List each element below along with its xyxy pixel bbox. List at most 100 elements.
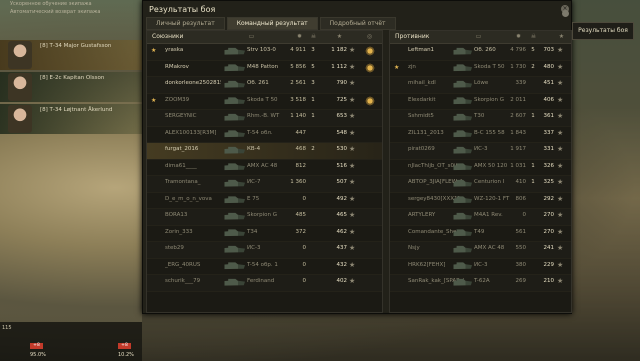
crew-item[interactable]: [8] Т-34 Løjtnant Åkerlund (0, 104, 142, 134)
damage-value: 4 796 (510, 47, 526, 53)
player-row[interactable]: schurik___79 Ferdinand 0 402 ★ (147, 275, 382, 292)
player-row[interactable]: _ERG_40RUS T-54 обр. 1 0 432 ★ (147, 259, 382, 275)
crew-item[interactable]: [8] Т-34 Major Gustafsson (0, 40, 142, 70)
tab-detailed-report[interactable]: Подробный отчёт (319, 17, 396, 30)
player-row[interactable]: ARTYLERY M4A1 Rev. 0 270 ★ (390, 209, 571, 226)
tab-personal-result[interactable]: Личный результат (146, 17, 225, 30)
player-row[interactable]: Tramontana_ ИС-7 1 360 507 ★ (147, 176, 382, 193)
allies-title: Союзники (152, 33, 184, 40)
damage-column-icon[interactable]: ✹ (295, 33, 304, 40)
player-row[interactable]: Leftman1 Об. 260 4 796 5 703 ★ (390, 44, 571, 61)
tank-icon (221, 278, 245, 286)
player-row[interactable]: Sshmidt5 T30 2 607 1 361 ★ (390, 110, 571, 127)
player-row[interactable]: ABTOP_3JIA[FLEW_] Centurion I 410 1 325 ★ (390, 176, 571, 193)
minimap[interactable]: 115 +8 95.0% +8 10.2% (0, 322, 142, 361)
tank-name: E 75 (247, 195, 260, 202)
player-row[interactable]: RMakrov M48 Patton 5 856 5 1 112 ★ (147, 61, 382, 77)
star-icon: ★ (349, 161, 356, 170)
platoon-icon (394, 278, 404, 286)
medal-icon[interactable] (365, 95, 375, 106)
xp-value: 437 (336, 245, 348, 251)
player-row[interactable]: mihail_kdl Löwe 339 451 ★ (390, 77, 571, 94)
xp-value: 548 (336, 129, 348, 136)
xp-column-icon[interactable]: ★ (557, 33, 566, 40)
tank-icon (221, 179, 245, 187)
tank-name: Škoda T 50 (474, 63, 505, 70)
platoon-icon (394, 196, 404, 204)
star-icon: ★ (557, 112, 564, 120)
percent-label: 10.2% (118, 352, 134, 358)
platoon-icon (151, 278, 161, 286)
tank-name: ИС-3 (474, 146, 488, 152)
medal-icon[interactable] (365, 62, 375, 73)
player-name: BORA13 (165, 212, 188, 218)
player-row[interactable]: HRK62[FEHX] ИС-3 380 229 ★ (390, 259, 571, 275)
star-icon: ★ (557, 128, 564, 137)
medal-icon[interactable] (365, 46, 375, 56)
player-row[interactable]: ★ zjn Škoda T 50 1 730 2 480 ★ (390, 61, 571, 77)
player-row[interactable]: D_e_m_o_n_vova E 75 0 492 ★ (147, 193, 382, 209)
tank-column-icon[interactable]: ▭ (474, 33, 483, 40)
star-icon: ★ (349, 178, 356, 186)
player-row[interactable]: Comandante_She T49 561 270 ★ (390, 226, 571, 242)
player-row[interactable]: dima61____ AMX AC 48 812 516 ★ (147, 160, 382, 176)
damage-value: 2 561 (290, 80, 306, 86)
player-row[interactable]: SERGEYNIC Rhm.-B. WT 1 140 1 653 ★ (147, 110, 382, 127)
player-row[interactable]: ALEX100133[R3M] T-54 обл. 447 548 ★ (147, 127, 382, 143)
damage-value: 5 856 (290, 63, 306, 70)
player-row[interactable]: Elexdarkit Skorpion G2 011 406 ★ (390, 94, 571, 110)
player-row[interactable]: steb29 ИС-3 0 437 ★ (147, 242, 382, 259)
player-name: donkorleone2502815... (165, 80, 221, 86)
player-row[interactable]: ★ yraska Strv 103-0 4 911 3 1 182 ★ (147, 44, 382, 61)
xp-value: 210 (543, 278, 555, 284)
player-row[interactable]: sergey8430[XXX1] WZ-120-1 FT 806 292 ★ (390, 193, 571, 209)
enemies-list: Leftman1 Об. 260 4 796 5 703 ★ ★ zjn Škoda T 50 1… (390, 44, 571, 292)
xp-value: 406 (543, 96, 555, 103)
player-row[interactable]: SanRak_kak_[SPAR_] T-62A 269 210 ★ (390, 275, 571, 292)
player-row[interactable]: furgat_2016 КВ-4 468 2 530 ★ (147, 143, 382, 160)
battle-results-window: Результаты боя × Личный результат Команд… (142, 0, 572, 314)
player-row[interactable]: pirat0269 ИС-3 1 917 331 ★ (390, 143, 571, 160)
kills-column-icon[interactable]: ☠ (309, 33, 318, 40)
tab-team-result[interactable]: Командный результат (226, 17, 318, 30)
tank-name: Škoda T 50 (247, 96, 278, 103)
tank-name: B-C 155 58 (474, 129, 505, 136)
tank-name: T34 (247, 228, 258, 235)
player-row[interactable]: ★ ZOOM39 Škoda T 50 3 518 1 725 ★ (147, 94, 382, 110)
platoon-icon (151, 212, 161, 220)
crew-portrait (8, 73, 32, 101)
medal-column-icon[interactable]: ◎ (365, 33, 374, 40)
tank-name: AMX AC 48 (247, 162, 278, 169)
player-row[interactable]: Nsjy AMX AC 48 550 241 ★ (390, 242, 571, 259)
platoon-icon (151, 196, 161, 204)
kills-value: 1 (311, 113, 315, 119)
tank-name: M48 Patton (247, 63, 279, 70)
notifications: Ускоренное обучение экипажа Автоматическ… (10, 0, 142, 16)
crew-item[interactable]: [8] Е-2с Kapitan Olsson (0, 72, 142, 102)
player-row[interactable]: nJlacThljb_OT_s0jim AMX 50 120 1 031 1 326 ★ (390, 160, 571, 176)
player-row[interactable]: BORA13 Skorpion G 485 465 ★ (147, 209, 382, 226)
xp-column-icon[interactable]: ★ (335, 33, 344, 40)
xp-value: 326 (543, 162, 555, 169)
player-row[interactable]: Zorin_333 T34 372 462 ★ (147, 226, 382, 242)
tank-icon (221, 113, 245, 121)
xp-value: 465 (336, 212, 348, 218)
damage-column-icon[interactable]: ✹ (514, 33, 523, 40)
player-row[interactable]: ZIL131_2013 B-C 155 58 1 843 337 ★ (390, 127, 571, 143)
info-icon[interactable] (562, 10, 569, 17)
tank-column-icon[interactable]: ▭ (247, 33, 256, 40)
minimap-counter: 115 (2, 325, 12, 331)
enemies-header: Противник ▭ ✹ ☠ ★ (390, 31, 571, 44)
crew-name: [8] Т-34 Major Gustafsson (40, 43, 112, 49)
platoon-icon (151, 262, 161, 270)
kills-column-icon[interactable]: ☠ (529, 33, 538, 40)
platoon-icon (394, 212, 404, 220)
star-icon: ★ (557, 178, 564, 186)
tank-name: ИС-3 (247, 245, 261, 251)
player-row[interactable]: donkorleone2502815... Об. 261 2 561 3 790★ (147, 77, 382, 94)
platoon-icon (151, 229, 161, 237)
damage-value: 4 911 (290, 47, 306, 53)
platoon-icon (394, 113, 404, 121)
player-name: D_e_m_o_n_vova (165, 195, 212, 202)
player-name: yraska (165, 47, 184, 53)
